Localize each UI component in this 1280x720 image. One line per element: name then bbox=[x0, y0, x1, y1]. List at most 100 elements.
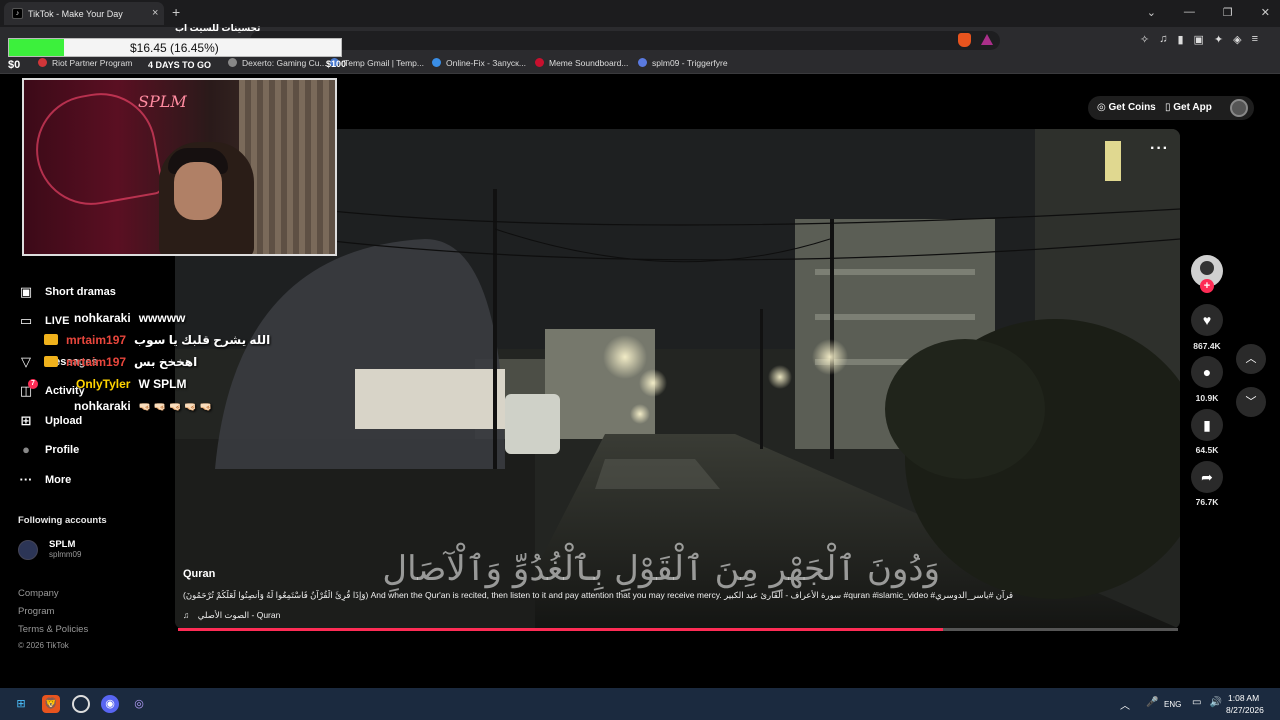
sidebar-item-short-dramas[interactable]: ▣ Short dramas bbox=[18, 285, 116, 299]
follow-button[interactable]: + bbox=[1200, 279, 1214, 293]
monitor-icon[interactable]: ▭ bbox=[1192, 697, 1201, 708]
chat-username: mrtaim197 bbox=[66, 355, 127, 369]
new-tab-button[interactable]: + bbox=[172, 4, 180, 20]
account-handle: splmm09 bbox=[49, 550, 82, 559]
bookmark-item[interactable]: Riot Partner Program bbox=[38, 58, 132, 68]
avatar bbox=[18, 540, 38, 560]
share-button[interactable]: ➦ bbox=[1191, 461, 1223, 493]
brave-shield-icon[interactable] bbox=[958, 33, 971, 47]
sidebar-item-activity[interactable]: ◫ 7 Activity bbox=[18, 379, 85, 398]
restore-button[interactable]: ❐ bbox=[1223, 6, 1233, 19]
bookmark-item[interactable]: Meme Soundboard... bbox=[535, 58, 628, 68]
neon-sign: SPLM bbox=[138, 92, 187, 111]
tray-icons: ︿ 🎤 bbox=[1120, 697, 1158, 712]
tray-chevron-icon[interactable]: ︿ bbox=[1120, 697, 1130, 712]
chat-text: 🤜🏻 🤜🏻 🤜🏻 🤜🏻 🤜🏻 bbox=[138, 402, 213, 413]
live-icon: ▭ bbox=[19, 313, 33, 328]
chat-message: nohkaraki wwwww bbox=[74, 311, 185, 325]
streamer-face bbox=[174, 162, 222, 220]
close-tab-icon[interactable]: × bbox=[152, 7, 158, 19]
profile-icon: ● bbox=[22, 442, 30, 457]
arabic-subtitle: وَدُونَ ٱلْجَهْرِ مِنَ ٱلْقَوْلِ بِٱلْغُ… bbox=[382, 549, 940, 589]
webcam-overlay: SPLM bbox=[22, 78, 337, 256]
microphone-icon[interactable]: 🎤 bbox=[1146, 697, 1158, 712]
previous-video-button[interactable]: ︿ bbox=[1236, 344, 1266, 374]
extensions-icon[interactable]: ✧ bbox=[1140, 33, 1149, 46]
window-controls: ⌄ — ❐ ✕ bbox=[1147, 6, 1270, 19]
account-name: SPLM bbox=[49, 539, 76, 550]
tab-search-button[interactable]: ⌄ bbox=[1147, 6, 1156, 19]
goal-title: تحسينات للسيت اب bbox=[175, 23, 261, 33]
language-indicator[interactable]: ENG bbox=[1164, 700, 1181, 709]
chat-message: OnlyTyler W SPLM bbox=[76, 377, 186, 391]
comment-button[interactable]: ● bbox=[1191, 356, 1223, 388]
footer-link-terms[interactable]: Terms & Policies bbox=[18, 624, 88, 635]
footer-link-company[interactable]: Company bbox=[18, 588, 59, 599]
brave-rewards-icon[interactable] bbox=[981, 34, 993, 45]
user-avatar[interactable] bbox=[1230, 99, 1248, 117]
caption-description: (وَإِذَا قُرِئَ الْقُرْآنُ فَاسْتَمِعُوا… bbox=[183, 590, 1014, 600]
app-shell-icon[interactable]: ◎ bbox=[130, 695, 148, 713]
sidebar-item-live[interactable]: ▭ LIVE bbox=[18, 313, 70, 328]
bookmark-item[interactable]: Dexerto: Gaming Cu... bbox=[228, 58, 327, 68]
next-video-button[interactable]: ﹀ bbox=[1236, 387, 1266, 417]
chat-message: mrtaim197 اهخخخ بس bbox=[44, 355, 197, 369]
goal-max: $100 bbox=[326, 59, 347, 69]
activity-icon: ◫ 7 bbox=[18, 379, 38, 398]
music-label: الصوت الأصلي - Quran bbox=[197, 610, 281, 620]
sidebar-item-profile[interactable]: ● Profile bbox=[18, 443, 79, 457]
vpn-icon[interactable]: ◈ bbox=[1233, 33, 1241, 46]
sidebar-item-more[interactable]: ··· More bbox=[18, 473, 72, 487]
caption-title[interactable]: Quran bbox=[183, 568, 215, 580]
save-count: 64.5K bbox=[1195, 445, 1219, 455]
obs-icon[interactable] bbox=[72, 695, 90, 713]
sidebar-item-label: More bbox=[45, 474, 72, 486]
like-button[interactable]: ♥ bbox=[1191, 304, 1223, 336]
crown-badge-icon bbox=[44, 334, 58, 345]
media-icon[interactable]: ♫ bbox=[1159, 33, 1167, 46]
address-bar[interactable] bbox=[250, 31, 1000, 50]
messages-icon: ▽ bbox=[21, 354, 31, 369]
wallet-icon[interactable]: ▣ bbox=[1194, 33, 1204, 46]
music-note-icon: ♫ bbox=[183, 610, 190, 620]
chat-username: nohkaraki bbox=[74, 399, 131, 413]
tab-title: TikTok - Make Your Day bbox=[28, 9, 123, 19]
discord-icon[interactable]: ◉ bbox=[101, 695, 119, 713]
bookmark-icon bbox=[228, 58, 237, 67]
sidebar-item-label: LIVE bbox=[45, 315, 70, 327]
clock-date[interactable]: 8/27/2026 bbox=[1226, 705, 1264, 715]
bookmark-item[interactable]: Online-Fix - Запуск... bbox=[432, 58, 526, 68]
save-button[interactable]: ▮ bbox=[1191, 409, 1223, 441]
browser-tab[interactable]: ♪ TikTok - Make Your Day × bbox=[4, 2, 164, 25]
like-count: 867.4K bbox=[1193, 341, 1221, 351]
chat-username: OnlyTyler bbox=[76, 377, 131, 391]
short-dramas-icon: ▣ bbox=[19, 284, 33, 299]
footer-link-program[interactable]: Program bbox=[18, 606, 54, 617]
minimize-button[interactable]: — bbox=[1184, 6, 1195, 19]
goal-deadline: 4 DAYS TO GO bbox=[148, 60, 212, 70]
get-app-button[interactable]: ▯ Get App bbox=[1165, 102, 1212, 113]
chat-text: الله يشرح قلبك يا سوب bbox=[134, 333, 271, 347]
music-info[interactable]: ♫ الصوت الأصلي - Quran bbox=[183, 610, 280, 621]
chat-text: W SPLM bbox=[138, 377, 187, 391]
windows-start-icon[interactable]: ⊞ bbox=[12, 695, 30, 713]
clock-time[interactable]: 1:08 AM bbox=[1228, 693, 1259, 703]
brave-browser-icon[interactable]: 🦁 bbox=[42, 695, 60, 713]
toolbar-icons: ✧ ♫ ▮ ▣ ✦ ◈ ≡ bbox=[1140, 33, 1258, 46]
sidebar-item-upload[interactable]: ⊞ Upload bbox=[18, 414, 83, 428]
sidebar-icon[interactable]: ▮ bbox=[1177, 33, 1183, 46]
chat-message: mrtaim197 الله يشرح قلبك يا سوب bbox=[44, 333, 270, 347]
close-window-button[interactable]: ✕ bbox=[1261, 6, 1270, 19]
chat-text: اهخخخ بس bbox=[134, 355, 198, 369]
volume-icon[interactable]: 🔊 bbox=[1209, 697, 1221, 708]
chat-text: wwwww bbox=[138, 311, 186, 325]
get-coins-button[interactable]: ◎ Get Coins bbox=[1097, 102, 1156, 113]
goal-value: $16.45 (16.45%) bbox=[130, 41, 219, 55]
bookmark-item[interactable]: splm09 - Triggerfyre bbox=[638, 58, 728, 68]
menu-icon[interactable]: ≡ bbox=[1252, 33, 1258, 46]
chevron-up-icon: ︿ bbox=[1245, 353, 1257, 365]
share-icon: ➦ bbox=[1201, 469, 1213, 485]
leo-icon[interactable]: ✦ bbox=[1214, 33, 1223, 46]
activity-badge: 7 bbox=[28, 379, 38, 389]
video-more-button[interactable]: ··· bbox=[1150, 140, 1169, 158]
